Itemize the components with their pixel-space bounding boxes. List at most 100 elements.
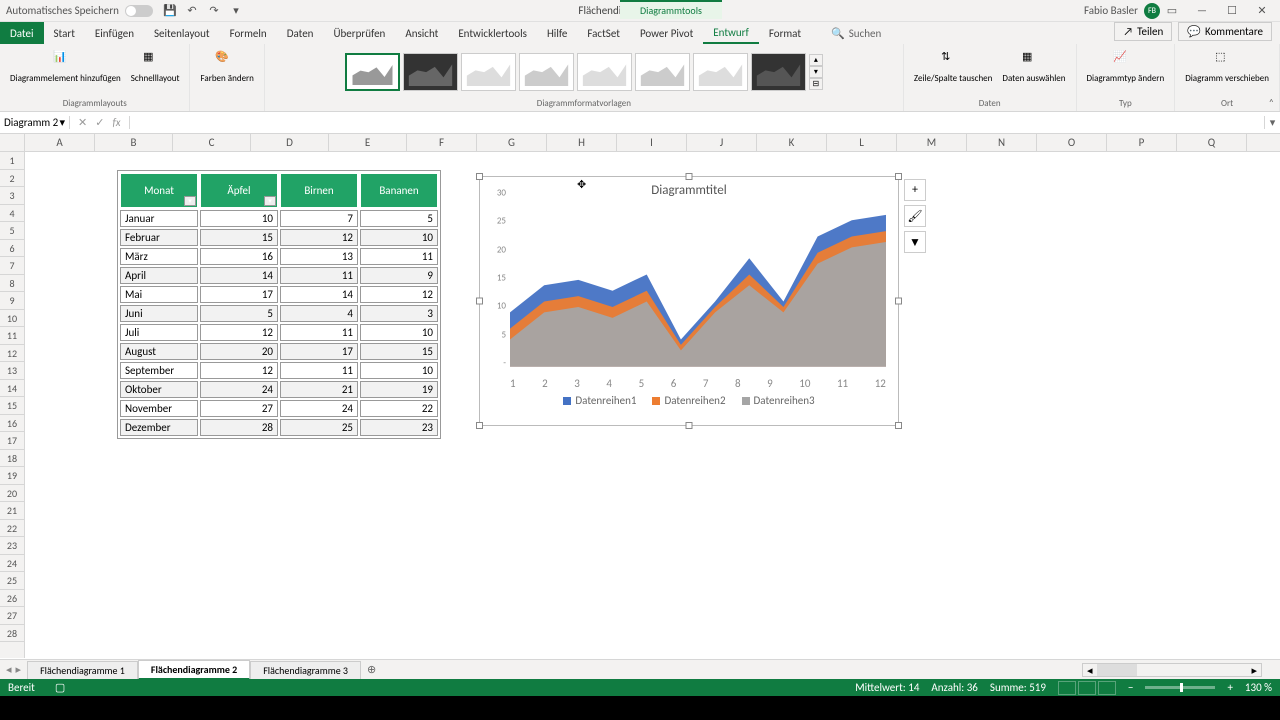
table-row[interactable]: August201715 xyxy=(120,343,438,360)
table-cell[interactable]: 10 xyxy=(200,210,278,227)
table-cell[interactable]: 12 xyxy=(200,362,278,379)
table-row[interactable]: Februar151210 xyxy=(120,229,438,246)
table-cell[interactable]: 10 xyxy=(360,324,438,341)
table-header[interactable]: Birnen xyxy=(280,173,358,208)
sheet-tab-1[interactable]: Flächendiagramme 1 xyxy=(27,661,138,679)
accept-formula-icon[interactable]: ✓ xyxy=(95,116,104,129)
table-row[interactable]: März161311 xyxy=(120,248,438,265)
column-header[interactable]: L xyxy=(827,134,897,151)
legend-item[interactable]: Datenreihen2 xyxy=(652,394,725,407)
table-cell[interactable]: 19 xyxy=(360,381,438,398)
column-header[interactable]: D xyxy=(251,134,329,151)
column-header[interactable]: O xyxy=(1037,134,1107,151)
row-header[interactable]: 4 xyxy=(0,205,24,223)
table-row[interactable]: November272422 xyxy=(120,400,438,417)
column-header[interactable]: C xyxy=(173,134,251,151)
table-cell[interactable]: 15 xyxy=(360,343,438,360)
table-header[interactable]: Äpfel▾ xyxy=(200,173,278,208)
row-header[interactable]: 9 xyxy=(0,292,24,310)
table-cell[interactable]: 7 xyxy=(280,210,358,227)
zoom-in-icon[interactable]: + xyxy=(1227,681,1232,694)
table-header[interactable]: Bananen xyxy=(360,173,438,208)
chart-plot-area[interactable]: -51015202530 123456789101112 xyxy=(510,204,886,374)
row-header[interactable]: 8 xyxy=(0,275,24,293)
chart-style-8[interactable] xyxy=(751,53,806,91)
tab-insert[interactable]: Einfügen xyxy=(85,22,144,44)
column-header[interactable]: K xyxy=(757,134,827,151)
quick-layout-button[interactable]: ▦ Schnelllayout xyxy=(127,48,184,86)
table-cell[interactable]: 17 xyxy=(280,343,358,360)
chart-legend[interactable]: Datenreihen1 Datenreihen2 Datenreihen3 xyxy=(480,394,898,407)
table-cell[interactable]: Mai xyxy=(120,286,198,303)
table-row[interactable]: April14119 xyxy=(120,267,438,284)
row-header[interactable]: 19 xyxy=(0,467,24,485)
resize-handle[interactable] xyxy=(476,298,483,305)
tab-nav-prev-icon[interactable]: ◂ xyxy=(6,663,12,676)
table-cell[interactable]: 16 xyxy=(200,248,278,265)
view-page-layout-icon[interactable] xyxy=(1078,681,1096,695)
view-page-break-icon[interactable] xyxy=(1098,681,1116,695)
row-header[interactable]: 12 xyxy=(0,345,24,363)
tab-factset[interactable]: FactSet xyxy=(577,22,630,44)
macro-record-icon[interactable]: ▢ xyxy=(55,681,65,694)
user-account[interactable]: Fabio Basler FB xyxy=(1084,3,1160,19)
select-data-button[interactable]: ▦ Daten auswählen xyxy=(998,48,1069,86)
select-all-corner[interactable] xyxy=(0,134,25,151)
chart-elements-button[interactable]: + xyxy=(904,179,926,201)
table-cell[interactable]: 11 xyxy=(360,248,438,265)
resize-handle[interactable] xyxy=(476,422,483,429)
row-header[interactable]: 5 xyxy=(0,222,24,240)
tab-start[interactable]: Start xyxy=(44,22,85,44)
table-cell[interactable]: Januar xyxy=(120,210,198,227)
tab-help[interactable]: Hilfe xyxy=(537,22,577,44)
table-cell[interactable]: 11 xyxy=(280,267,358,284)
column-header[interactable]: P xyxy=(1107,134,1177,151)
legend-item[interactable]: Datenreihen1 xyxy=(563,394,636,407)
chart-title[interactable]: Diagrammtitel xyxy=(480,177,898,204)
chart-style-3[interactable] xyxy=(461,53,516,91)
table-cell[interactable]: 15 xyxy=(200,229,278,246)
row-header[interactable]: 16 xyxy=(0,415,24,433)
table-cell[interactable]: Februar xyxy=(120,229,198,246)
autosave-toggle[interactable]: Automatisches Speichern xyxy=(6,4,153,17)
table-cell[interactable]: 24 xyxy=(280,400,358,417)
style-gallery-scroll[interactable]: ▴▾⊟ xyxy=(809,54,823,90)
add-chart-element-button[interactable]: 📊 Diagrammelement hinzufügen xyxy=(6,48,125,86)
legend-item[interactable]: Datenreihen3 xyxy=(742,394,815,407)
table-cell[interactable]: 12 xyxy=(280,229,358,246)
row-header[interactable]: 10 xyxy=(0,310,24,328)
row-header[interactable]: 25 xyxy=(0,572,24,590)
table-row[interactable]: Juni543 xyxy=(120,305,438,322)
close-icon[interactable]: ✕ xyxy=(1248,2,1276,20)
table-row[interactable]: September121110 xyxy=(120,362,438,379)
chart-filters-button[interactable]: ▼ xyxy=(904,231,926,253)
table-cell[interactable]: Dezember xyxy=(120,419,198,436)
row-header[interactable]: 26 xyxy=(0,590,24,608)
row-header[interactable]: 2 xyxy=(0,170,24,188)
table-row[interactable]: Dezember282523 xyxy=(120,419,438,436)
tab-file[interactable]: Datei xyxy=(0,22,44,44)
table-cell[interactable]: 4 xyxy=(280,305,358,322)
sheet-tab-3[interactable]: Flächendiagramme 3 xyxy=(250,661,361,679)
column-header[interactable]: M xyxy=(897,134,967,151)
table-cell[interactable]: April xyxy=(120,267,198,284)
tab-design[interactable]: Entwurf xyxy=(703,22,759,44)
horizontal-scrollbar[interactable]: ◂▸ xyxy=(1082,663,1262,677)
toggle-switch[interactable] xyxy=(125,5,153,17)
worksheet[interactable]: Monat▾Äpfel▾BirnenBananen Januar1075Febr… xyxy=(25,152,1280,658)
row-header[interactable]: 27 xyxy=(0,607,24,625)
search-box[interactable]: 🔍 Suchen xyxy=(831,22,881,44)
table-cell[interactable]: 14 xyxy=(200,267,278,284)
row-header[interactable]: 18 xyxy=(0,450,24,468)
resize-handle[interactable] xyxy=(686,173,693,180)
tab-format[interactable]: Format xyxy=(759,22,811,44)
table-cell[interactable]: 23 xyxy=(360,419,438,436)
resize-handle[interactable] xyxy=(895,298,902,305)
tab-view[interactable]: Ansicht xyxy=(395,22,448,44)
chart-style-6[interactable] xyxy=(635,53,690,91)
table-cell[interactable]: September xyxy=(120,362,198,379)
chart-style-5[interactable] xyxy=(577,53,632,91)
column-header[interactable]: A xyxy=(25,134,95,151)
table-cell[interactable]: 13 xyxy=(280,248,358,265)
chart-styles-button[interactable]: 🖌 xyxy=(904,205,926,227)
